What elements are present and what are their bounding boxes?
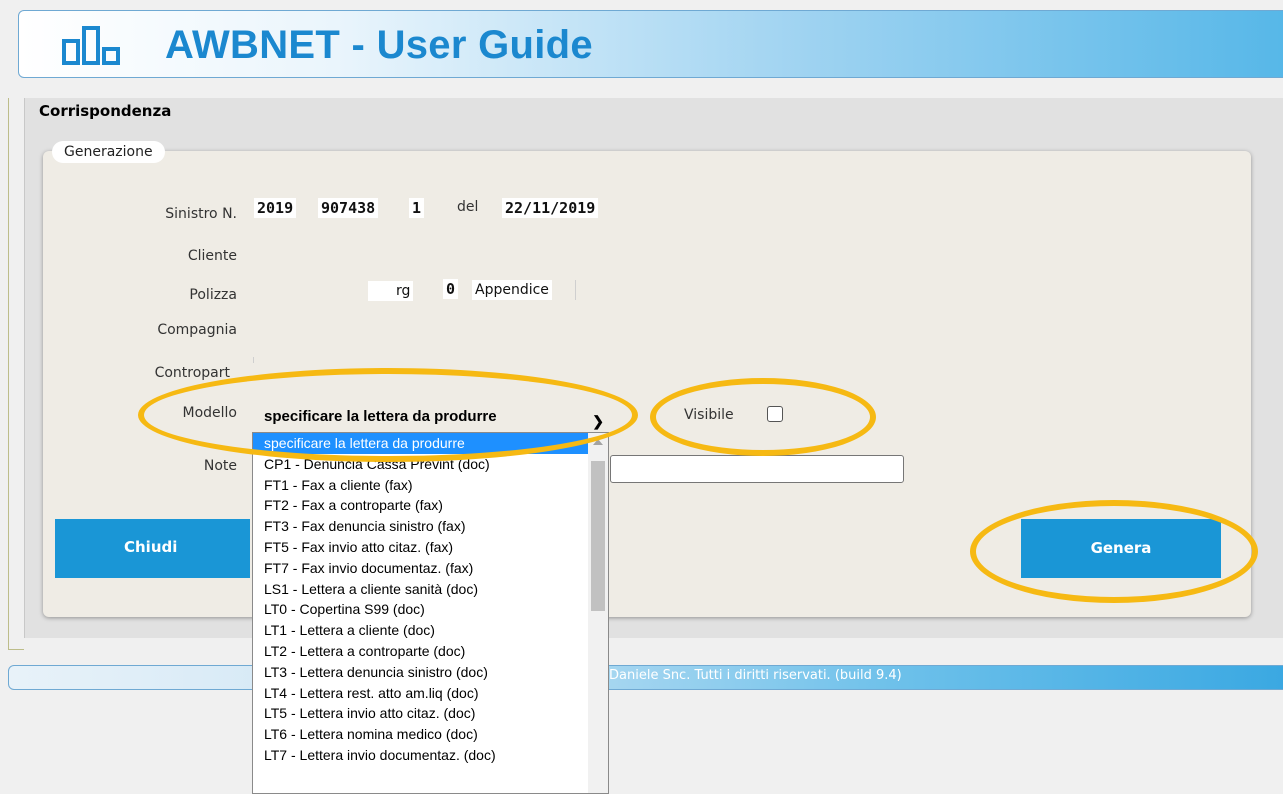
note-label: Note [203,458,237,474]
dropdown-option[interactable]: LT6 - Lettera nomina medico (doc) [253,724,608,745]
dropdown-option[interactable]: LS1 - Lettera a cliente sanità (doc) [253,579,608,600]
chevron-down-icon: ❯ [592,413,604,429]
modello-selected-value: specificare la lettera da produrre [264,408,497,425]
dropdown-option[interactable]: LT4 - Lettera rest. atto am.liq (doc) [253,683,608,704]
sinistro-number: 907438 [318,198,379,218]
note-input[interactable] [610,455,904,483]
compagnia-label: Compagnia [157,322,237,338]
field-divider [575,280,576,300]
sinistro-label: Sinistro N. [165,206,237,222]
generate-button[interactable]: Genera [1021,519,1221,578]
modello-dropdown-list[interactable]: specificare la lettera da produrre CP1 - … [252,432,609,794]
visibile-checkbox[interactable] [767,406,783,422]
dropdown-option[interactable]: LT2 - Lettera a controparte (doc) [253,641,608,662]
dropdown-option[interactable]: FT3 - Fax denuncia sinistro (fax) [253,516,608,537]
panel-border [8,98,24,650]
dropdown-option[interactable]: LT7 - Lettera invio documentaz. (doc) [253,745,608,766]
footer-text: Daniele Snc. Tutti i diritti riservati. … [609,668,902,683]
section-title: Corrispondenza [39,102,172,120]
dropdown-option[interactable]: CP1 - Denuncia Cassa Prevint (doc) [253,454,608,475]
del-label: del [457,199,479,215]
dropdown-option[interactable]: FT5 - Fax invio atto citaz. (fax) [253,537,608,558]
cliente-label: Cliente [187,248,237,264]
dropdown-option[interactable]: specificare la lettera da produrre [253,433,608,454]
dropdown-option[interactable]: LT5 - Lettera invio atto citaz. (doc) [253,703,608,724]
bar-chart-icon [62,26,120,65]
app-header: AWBNET - User Guide [18,10,1283,78]
appendice-label: Appendice [472,280,552,300]
dropdown-option[interactable]: FT7 - Fax invio documentaz. (fax) [253,558,608,579]
sinistro-year: 2019 [254,198,297,218]
visibile-label: Visibile [684,407,734,423]
scroll-up-icon[interactable] [593,439,603,445]
rg-value: 0 [443,279,459,299]
fieldset-legend: Generazione [52,141,165,163]
dropdown-scrollbar[interactable] [588,433,608,793]
scrollbar-thumb[interactable] [591,461,605,611]
modello-select[interactable]: specificare la lettera da produrre ❯ [253,404,610,430]
dropdown-option[interactable]: LT1 - Lettera a cliente (doc) [253,620,608,641]
rg-label: rg [368,281,414,301]
field-divider [253,357,254,363]
polizza-label: Polizza [189,287,237,303]
dropdown-option[interactable]: FT2 - Fax a controparte (fax) [253,495,608,516]
sinistro-date: 22/11/2019 [502,198,599,218]
modello-label: Modello [182,405,238,421]
close-button[interactable]: Chiudi [55,519,250,578]
dropdown-option[interactable]: LT3 - Lettera denuncia sinistro (doc) [253,662,608,683]
dropdown-option[interactable]: FT1 - Fax a cliente (fax) [253,475,608,496]
sinistro-suffix: 1 [409,198,425,218]
dropdown-option[interactable]: LT0 - Copertina S99 (doc) [253,599,608,620]
app-title: AWBNET - User Guide [165,23,593,67]
contropart-label: Contropart [154,365,230,381]
